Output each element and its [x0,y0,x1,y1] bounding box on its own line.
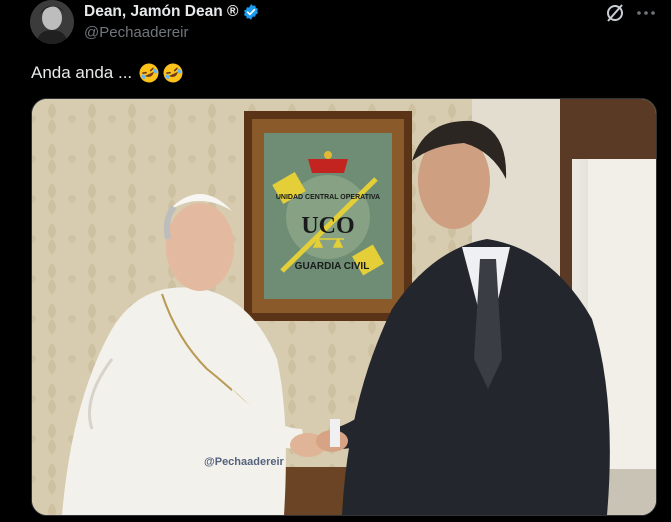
image-watermark: @Pechaadereir [204,456,285,468]
rolling-on-floor-laughing-emoji [138,62,160,84]
post-image[interactable]: UCO UNIDAD CENTRAL OPERATIVA GUARDIA CIV… [31,98,657,516]
frame-acronym: UCO [301,213,354,239]
avatar[interactable] [30,0,74,44]
frame-bottom-text: GUARDIA CIVIL [295,261,370,272]
display-name[interactable]: Dean, Jamón Dean ® [84,3,238,21]
frame-arc-text: UNIDAD CENTRAL OPERATIVA [276,194,380,201]
post-text: Anda anda ... [31,62,184,84]
verified-badge-icon [242,3,260,21]
rolling-on-floor-laughing-emoji [162,62,184,84]
post-text-content: Anda anda ... [31,63,133,82]
user-handle[interactable]: @Pechaadereir [84,24,188,41]
more-icon[interactable] [634,2,658,24]
grok-icon[interactable] [604,2,626,24]
photo-scene: UCO UNIDAD CENTRAL OPERATIVA GUARDIA CIV… [32,99,656,515]
